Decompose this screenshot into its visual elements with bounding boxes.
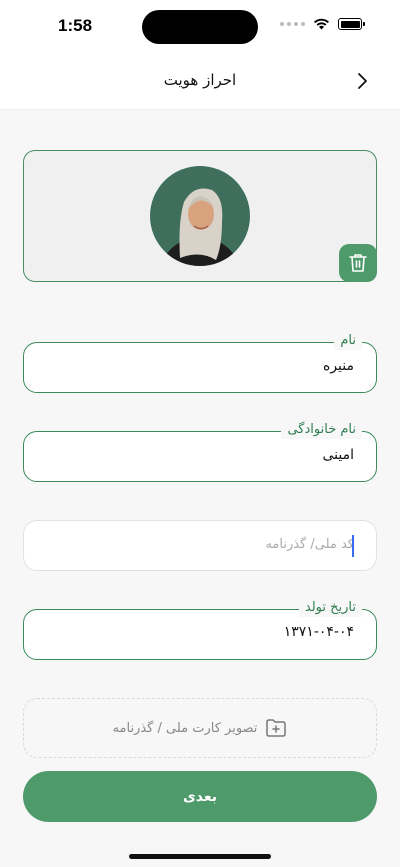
- national-id-placeholder: کد ملی/ گذرنامه: [265, 537, 354, 552]
- status-bar: 1:58: [0, 0, 400, 54]
- chevron-right-icon: [358, 73, 367, 89]
- upload-label: تصویر کارت ملی / گذرنامه: [112, 720, 258, 736]
- avatar: [150, 166, 250, 266]
- birth-date-value: ۱۳۷۱-۰۴-۰۴: [283, 624, 354, 640]
- status-icons: [280, 18, 365, 30]
- next-button[interactable]: بعدی: [23, 771, 377, 822]
- back-button[interactable]: [352, 70, 372, 92]
- status-time: 1:58: [58, 16, 93, 35]
- national-id-field[interactable]: کد ملی/ گذرنامه: [23, 520, 377, 571]
- app-header: احراز هویت: [0, 54, 400, 110]
- birth-date-field[interactable]: تاریخ تولد ۱۳۷۱-۰۴-۰۴: [23, 599, 377, 660]
- wifi-icon: [314, 18, 329, 30]
- first-name-value: منیره: [322, 358, 354, 374]
- trash-icon: [349, 254, 367, 272]
- home-indicator: [129, 854, 271, 859]
- delete-photo-button[interactable]: [339, 244, 377, 282]
- first-name-field[interactable]: نام منیره: [23, 332, 377, 393]
- folder-add-icon: [266, 719, 287, 737]
- profile-photo-card[interactable]: [23, 150, 377, 282]
- page-title: احراز هویت: [163, 71, 237, 89]
- birth-date-label: تاریخ تولد: [298, 599, 362, 617]
- signal-icon: [280, 22, 305, 26]
- first-name-label: نام: [334, 332, 362, 350]
- upload-id-card-button[interactable]: تصویر کارت ملی / گذرنامه: [23, 698, 377, 758]
- last-name-field[interactable]: نام خانوادگی امینی: [23, 421, 377, 482]
- text-cursor: [352, 535, 354, 557]
- battery-icon: [338, 18, 365, 30]
- last-name-label: نام خانوادگی: [281, 421, 362, 439]
- last-name-value: امینی: [322, 447, 354, 463]
- dynamic-island: [142, 10, 258, 44]
